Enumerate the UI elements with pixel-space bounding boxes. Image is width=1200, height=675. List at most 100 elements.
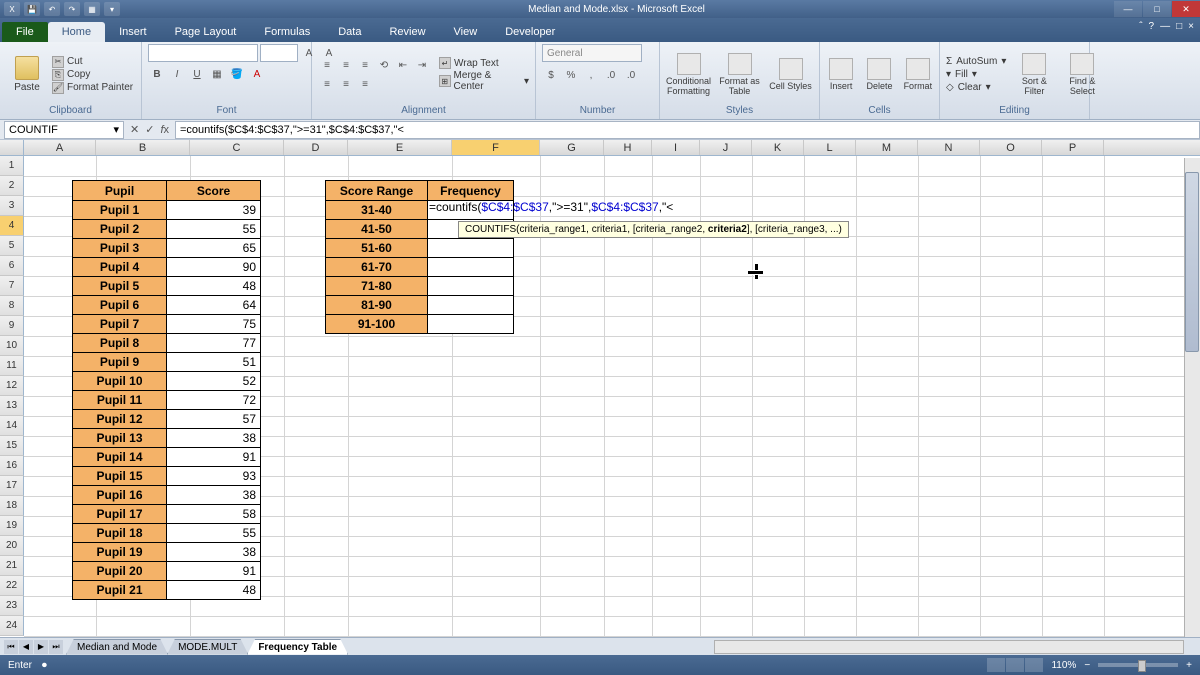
table-row[interactable]: Pupil 1172 xyxy=(73,391,261,410)
table-row[interactable]: 61-70 xyxy=(326,258,514,277)
maximize-button[interactable]: □ xyxy=(1143,1,1171,17)
table-row[interactable]: Pupil 877 xyxy=(73,334,261,353)
close-button[interactable]: ✕ xyxy=(1172,1,1200,17)
copy-button[interactable]: ⎘Copy xyxy=(52,69,133,81)
column-header[interactable]: L xyxy=(804,140,856,155)
table-row[interactable]: Pupil 1491 xyxy=(73,448,261,467)
autosum-button[interactable]: ΣAutoSum ▾ xyxy=(946,55,1006,68)
insert-cells-button[interactable]: Insert xyxy=(826,58,856,92)
table-row[interactable]: Pupil 365 xyxy=(73,239,261,258)
tab-review[interactable]: Review xyxy=(375,22,439,42)
currency-icon[interactable]: $ xyxy=(542,66,560,84)
table-row[interactable]: Pupil 255 xyxy=(73,220,261,239)
table-row[interactable]: 91-100 xyxy=(326,315,514,334)
increase-decimal-icon[interactable]: .0 xyxy=(602,66,620,84)
table-row[interactable]: 51-60 xyxy=(326,239,514,258)
row-header[interactable]: 11 xyxy=(0,356,24,376)
paste-button[interactable]: Paste xyxy=(6,56,48,93)
column-header[interactable]: J xyxy=(700,140,752,155)
format-cells-button[interactable]: Format xyxy=(903,58,933,92)
fill-button[interactable]: ▾Fill ▾ xyxy=(946,68,1006,81)
row-header[interactable]: 20 xyxy=(0,536,24,556)
column-header[interactable]: D xyxy=(284,140,348,155)
formula-input[interactable] xyxy=(175,121,1200,139)
bold-button[interactable]: B xyxy=(148,65,166,83)
font-family-select[interactable] xyxy=(148,44,258,62)
page-break-view-button[interactable] xyxy=(1025,658,1043,672)
window-min-icon[interactable]: — xyxy=(1160,21,1170,32)
column-header[interactable]: B xyxy=(96,140,190,155)
row-header[interactable]: 6 xyxy=(0,256,24,276)
sheet-tab[interactable]: Median and Mode xyxy=(66,639,168,655)
table-row[interactable]: Pupil 490 xyxy=(73,258,261,277)
row-header[interactable]: 7 xyxy=(0,276,24,296)
column-header[interactable]: A xyxy=(24,140,96,155)
fill-color-button[interactable]: 🪣 xyxy=(228,65,246,83)
sheet-nav-prev-icon[interactable]: ◀ xyxy=(19,640,33,654)
row-header[interactable]: 4 xyxy=(0,216,24,236)
row-header[interactable]: 19 xyxy=(0,516,24,536)
page-layout-view-button[interactable] xyxy=(1006,658,1024,672)
column-header[interactable]: O xyxy=(980,140,1042,155)
table-row[interactable]: Pupil 1593 xyxy=(73,467,261,486)
cell-styles-button[interactable]: Cell Styles xyxy=(768,58,813,92)
tab-view[interactable]: View xyxy=(440,22,492,42)
sheet-nav-last-icon[interactable]: ⏭ xyxy=(49,640,63,654)
indent-dec-icon[interactable]: ⇤ xyxy=(394,56,412,74)
row-header[interactable]: 24 xyxy=(0,616,24,636)
row-header[interactable]: 8 xyxy=(0,296,24,316)
vertical-scrollbar[interactable] xyxy=(1184,158,1200,637)
column-header[interactable]: M xyxy=(856,140,918,155)
row-header[interactable]: 23 xyxy=(0,596,24,616)
row-header[interactable]: 18 xyxy=(0,496,24,516)
table-row[interactable]: Pupil 775 xyxy=(73,315,261,334)
table-row[interactable]: 71-80 xyxy=(326,277,514,296)
sort-filter-button[interactable]: Sort & Filter xyxy=(1014,53,1054,97)
row-header[interactable]: 16 xyxy=(0,456,24,476)
enter-formula-icon[interactable]: ✓ xyxy=(145,123,154,136)
align-bottom-icon[interactable]: ≡ xyxy=(356,56,374,74)
comma-icon[interactable]: , xyxy=(582,66,600,84)
align-center-icon[interactable]: ≡ xyxy=(337,75,355,93)
font-color-button[interactable]: A xyxy=(248,65,266,83)
qat-icon[interactable]: ▦ xyxy=(84,2,100,16)
format-as-table-button[interactable]: Format as Table xyxy=(717,53,762,97)
font-size-select[interactable] xyxy=(260,44,298,62)
row-header[interactable]: 9 xyxy=(0,316,24,336)
row-header[interactable]: 10 xyxy=(0,336,24,356)
column-header[interactable]: K xyxy=(752,140,804,155)
column-header[interactable]: N xyxy=(918,140,980,155)
italic-button[interactable]: I xyxy=(168,65,186,83)
cell-editor[interactable]: =countifs($C$4:$C$37,">=31",$C$4:$C$37,"… xyxy=(429,200,759,220)
zoom-out-icon[interactable]: − xyxy=(1084,660,1090,671)
qat-dropdown-icon[interactable]: ▾ xyxy=(104,2,120,16)
minimize-button[interactable]: — xyxy=(1114,1,1142,17)
column-header[interactable]: I xyxy=(652,140,700,155)
number-format-select[interactable] xyxy=(542,44,642,62)
align-top-icon[interactable]: ≡ xyxy=(318,56,336,74)
orientation-icon[interactable]: ⟲ xyxy=(375,56,393,74)
macro-record-icon[interactable]: ⏺ xyxy=(42,660,47,671)
minimize-ribbon-icon[interactable]: ˆ xyxy=(1139,21,1142,32)
table-row[interactable]: Pupil 1855 xyxy=(73,524,261,543)
redo-icon[interactable]: ↷ xyxy=(64,2,80,16)
column-header[interactable]: E xyxy=(348,140,452,155)
row-header[interactable]: 13 xyxy=(0,396,24,416)
select-all-button[interactable] xyxy=(0,140,24,155)
excel-icon[interactable]: X xyxy=(4,2,20,16)
scrollbar-thumb[interactable] xyxy=(1185,172,1199,352)
row-header[interactable]: 22 xyxy=(0,576,24,596)
find-select-button[interactable]: Find & Select xyxy=(1062,53,1102,97)
table-row[interactable]: Pupil 1338 xyxy=(73,429,261,448)
fx-icon[interactable]: fx xyxy=(160,124,169,136)
merge-center-button[interactable]: ⊞Merge & Center ▾ xyxy=(439,70,529,92)
row-header[interactable]: 3 xyxy=(0,196,24,216)
percent-icon[interactable]: % xyxy=(562,66,580,84)
indent-inc-icon[interactable]: ⇥ xyxy=(413,56,431,74)
table-row[interactable]: Pupil 951 xyxy=(73,353,261,372)
table-row[interactable]: 81-90 xyxy=(326,296,514,315)
align-left-icon[interactable]: ≡ xyxy=(318,75,336,93)
row-header[interactable]: 21 xyxy=(0,556,24,576)
row-header[interactable]: 5 xyxy=(0,236,24,256)
help-icon[interactable]: ? xyxy=(1149,21,1155,32)
